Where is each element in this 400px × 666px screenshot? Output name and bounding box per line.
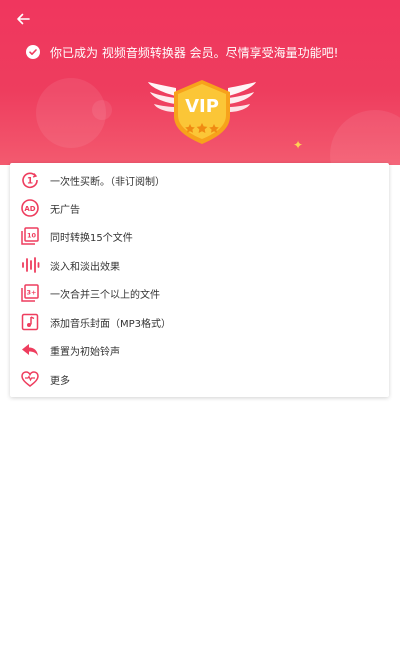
benefits-card: 1 一次性买断。（非订阅制） AD 无广告 10 同时转换15个文件 淡入和淡出…	[10, 163, 389, 397]
benefit-item: 1 一次性买断。（非订阅制）	[10, 166, 389, 194]
benefit-item: 添加音乐封面（MP3格式）	[10, 308, 389, 336]
badge-text: VIP	[185, 96, 219, 117]
benefit-label: 更多	[50, 376, 70, 387]
benefit-label: 一次性买断。（非订阅制）	[50, 177, 165, 188]
benefit-item: 淡入和淡出效果	[10, 251, 389, 279]
one-time-icon: 1	[22, 172, 38, 189]
reply-arrow-icon	[22, 344, 38, 356]
arrow-left-icon	[17, 13, 30, 25]
decor-bubble	[330, 110, 400, 165]
benefit-label: 同时转换15个文件	[50, 233, 133, 244]
music-note-icon	[21, 313, 39, 331]
sparkle-icon: ✦	[293, 138, 304, 152]
member-status-text: 你已成为 视频音频转换器 会员。尽情享受海量功能吧!	[50, 45, 339, 60]
wing-left-icon	[148, 82, 176, 112]
back-button[interactable]	[10, 8, 36, 30]
benefit-label: 添加音乐封面（MP3格式）	[50, 319, 172, 330]
svg-text:1: 1	[27, 177, 33, 187]
benefit-label: 重置为初始铃声	[50, 347, 120, 358]
benefit-item: 3+ 一次合并三个以上的文件	[10, 279, 389, 307]
check-circle-icon	[26, 45, 40, 59]
member-status: 你已成为 视频音频转换器 会员。尽情享受海量功能吧!	[26, 42, 338, 62]
benefit-label: 一次合并三个以上的文件	[50, 290, 160, 301]
svg-text:10: 10	[27, 232, 37, 240]
decor-bubble	[92, 100, 112, 120]
batch-10-icon: 10	[21, 227, 39, 245]
svg-text:AD: AD	[24, 205, 35, 213]
wing-right-icon	[228, 82, 256, 112]
benefit-item: 更多	[10, 365, 389, 393]
svg-text:3+: 3+	[27, 289, 37, 297]
benefit-label: 淡入和淡出效果	[50, 262, 120, 273]
benefit-item: 重置为初始铃声	[10, 336, 389, 364]
vip-badge: VIP	[148, 80, 256, 144]
merge-3plus-icon: 3+	[21, 284, 39, 302]
benefit-item: 10 同时转换15个文件	[10, 222, 389, 250]
waveform-icon	[22, 257, 40, 273]
benefit-label: 无广告	[50, 205, 80, 216]
benefit-item: AD 无广告	[10, 194, 389, 222]
vip-header: 你已成为 视频音频转换器 会员。尽情享受海量功能吧! VIP ✦	[0, 0, 400, 165]
no-ads-icon: AD	[21, 199, 39, 217]
heart-icon	[21, 371, 39, 387]
